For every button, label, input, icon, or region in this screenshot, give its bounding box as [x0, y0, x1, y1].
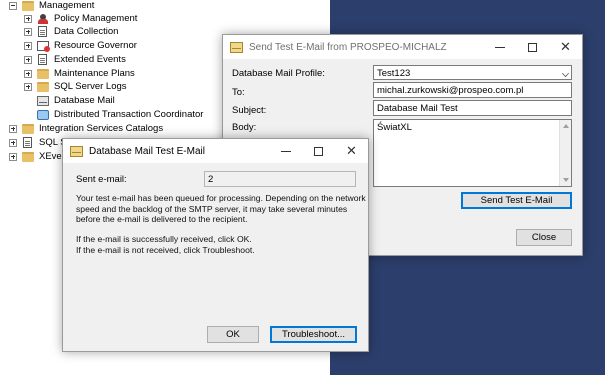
expand-icon[interactable] — [24, 55, 32, 64]
minimize-icon — [280, 150, 291, 152]
policy-icon — [37, 13, 49, 24]
sent-email-value: 2 — [204, 171, 356, 187]
expand-icon[interactable] — [9, 138, 17, 147]
ok-button[interactable]: OK — [207, 326, 259, 343]
minimize-button[interactable] — [269, 139, 302, 163]
tree-item-integration-services-catalogs[interactable]: Integration Services Catalogs — [9, 122, 163, 135]
troubleshoot-button[interactable]: Troubleshoot... — [270, 326, 357, 343]
expand-icon[interactable] — [24, 27, 32, 36]
body-text: ŚwiatXL — [377, 122, 412, 133]
tree-item-label: Management — [39, 0, 95, 11]
queued-message: Your test e-mail has been queued for pro… — [76, 193, 366, 225]
tree-item-distributed-transaction-coordinator[interactable]: Distributed Transaction Coordinator — [24, 108, 203, 121]
to-label: To: — [232, 87, 245, 98]
tree-item-label: Data Collection — [54, 26, 119, 37]
tree-item-policy-management[interactable]: Policy Management — [24, 12, 137, 25]
expand-icon[interactable] — [9, 124, 17, 133]
subject-field[interactable]: Database Mail Test — [373, 100, 572, 116]
profile-label: Database Mail Profile: — [232, 68, 325, 79]
tree-item-label: Integration Services Catalogs — [39, 123, 164, 134]
tree-item-management[interactable]: Management — [9, 0, 94, 12]
message-line: Your test e-mail has been queued for pro… — [76, 193, 366, 203]
folder-icon — [22, 151, 34, 162]
profile-select-value: Test123 — [377, 68, 411, 79]
minimize-button[interactable] — [483, 35, 516, 59]
tree-item-label: Maintenance Plans — [54, 68, 135, 79]
expand-icon[interactable] — [24, 82, 32, 91]
close-button[interactable]: Close — [516, 229, 572, 246]
close-icon: ✕ — [560, 39, 571, 54]
to-field[interactable]: michal.zurkowski@prospeo.com.pl — [373, 82, 572, 98]
expand-icon[interactable] — [9, 152, 17, 161]
collapse-icon[interactable] — [9, 1, 17, 10]
dialog-title: Send Test E-Mail from PROSPEO-MICHALZ — [249, 41, 447, 53]
extended-events-icon — [38, 54, 47, 65]
tree-item-label: Policy Management — [54, 13, 138, 24]
send-test-email-button[interactable]: Send Test E-Mail — [461, 192, 572, 209]
data-collection-icon — [38, 26, 47, 37]
tree-item-label: Resource Governor — [54, 40, 137, 51]
tree-item-data-collection[interactable]: Data Collection — [24, 25, 118, 38]
expand-icon[interactable] — [24, 69, 32, 78]
body-textarea[interactable]: ŚwiatXL — [373, 119, 572, 187]
tree-item-label: Distributed Transaction Coordinator — [54, 109, 204, 120]
close-icon: ✕ — [346, 143, 357, 158]
database-mail-test-dialog: Database Mail Test E-Mail ✕ Sent e-mail:… — [62, 138, 369, 352]
message-line: before the e-mail is delivered to the re… — [76, 214, 248, 224]
scroll-up-icon[interactable] — [563, 124, 569, 128]
message-line: speed and the backlog of the SMTP server… — [76, 203, 348, 214]
mail-app-icon — [230, 41, 243, 53]
tree-item-database-mail[interactable]: Database Mail — [24, 94, 115, 107]
tree-item-label: SQL Server Logs — [54, 81, 127, 92]
tree-item-sql-server-logs[interactable]: SQL Server Logs — [24, 80, 127, 93]
minimize-icon — [494, 46, 505, 48]
agent-icon — [23, 137, 32, 148]
folder-icon — [22, 0, 34, 11]
tree-item-extended-events[interactable]: Extended Events — [24, 53, 126, 66]
expand-icon[interactable] — [24, 14, 32, 23]
tree-item-resource-governor[interactable]: Resource Governor — [24, 39, 137, 52]
expand-icon[interactable] — [24, 41, 32, 50]
body-scrollbar[interactable] — [559, 120, 571, 186]
instruction-line: If the e-mail is successfully received, … — [76, 234, 252, 244]
maximize-icon — [528, 42, 537, 52]
instructions-message: If the e-mail is successfully received, … — [76, 234, 255, 255]
tree-item-maintenance-plans[interactable]: Maintenance Plans — [24, 67, 135, 80]
close-window-button[interactable]: ✕ — [549, 35, 582, 59]
title-bar[interactable]: Send Test E-Mail from PROSPEO-MICHALZ ✕ — [223, 35, 582, 59]
scroll-down-icon[interactable] — [563, 178, 569, 182]
tree-item-label: Database Mail — [54, 95, 115, 106]
mail-icon — [37, 95, 49, 106]
maximize-button[interactable] — [516, 35, 549, 59]
maximize-button[interactable] — [302, 139, 335, 163]
chevron-down-icon — [562, 70, 569, 77]
instruction-line: If the e-mail is not received, click Tro… — [76, 244, 255, 255]
sent-email-label: Sent e-mail: — [76, 174, 127, 185]
tree-item-label: Extended Events — [54, 54, 126, 65]
folder-icon — [22, 123, 34, 134]
mail-app-icon — [70, 145, 83, 157]
dtc-icon — [37, 109, 49, 120]
folder-icon — [37, 68, 49, 79]
tree-item-xevent-profiler[interactable]: XEvent — [9, 150, 70, 163]
body-label: Body: — [232, 122, 257, 133]
close-window-button[interactable]: ✕ — [335, 139, 368, 163]
dialog-title: Database Mail Test E-Mail — [89, 145, 205, 157]
profile-select[interactable]: Test123 — [373, 65, 572, 80]
folder-icon — [37, 81, 49, 92]
resource-governor-icon — [37, 40, 50, 52]
subject-label: Subject: — [232, 105, 267, 116]
maximize-icon — [314, 146, 323, 156]
title-bar[interactable]: Database Mail Test E-Mail ✕ — [63, 139, 368, 163]
